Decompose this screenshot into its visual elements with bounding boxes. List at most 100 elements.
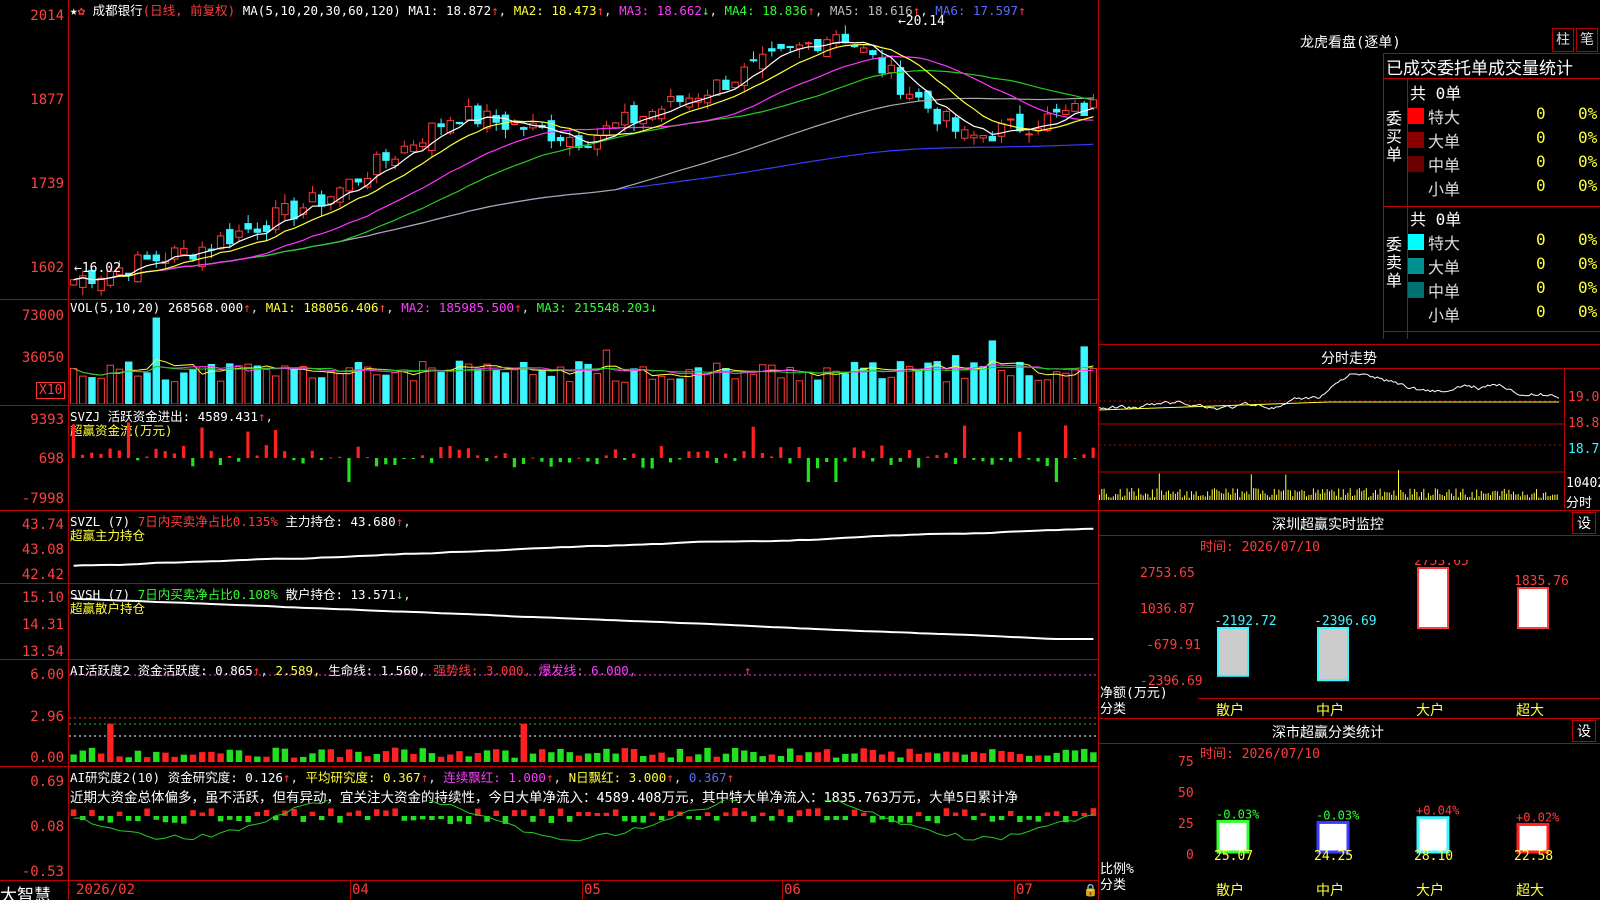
flow-bar <box>99 453 103 458</box>
sz-monitor-chart[interactable]: -2192.72 -2396.69 2753.65 1835.76 <box>1198 560 1600 684</box>
lh-tabs[interactable]: 已成交委托单成交量统计 <box>1386 54 1600 79</box>
volume-bar <box>391 372 399 404</box>
candle <box>409 144 418 153</box>
activity-bar <box>290 757 298 762</box>
flow-bar <box>154 448 158 458</box>
intraday-volume-bar <box>1115 494 1117 500</box>
research-bar <box>704 812 711 816</box>
flow-bar <box>71 424 75 458</box>
intraday-volume-bar <box>1105 493 1107 500</box>
flow-bar <box>972 458 976 460</box>
research-bar <box>732 808 738 816</box>
intraday-volume-bar <box>1188 497 1190 500</box>
dragon-tiger-title: 龙虎看盘(逐单) <box>1300 35 1401 51</box>
vol-axis-label: 36050 <box>21 350 64 366</box>
ai-activity-chart[interactable] <box>69 660 1098 766</box>
intraday-volume-bar <box>1289 490 1291 500</box>
activity-bar <box>309 753 316 762</box>
svzj-chart[interactable] <box>69 406 1098 510</box>
candle <box>281 203 289 216</box>
research-bar <box>741 811 748 816</box>
flow-bar <box>751 426 755 458</box>
flow-bar <box>200 427 204 458</box>
intraday-volume-bar <box>1211 489 1213 500</box>
flow-bar <box>237 458 241 462</box>
bar-mode-button[interactable]: 柱 <box>1552 28 1574 52</box>
sz-bar-label: 1835.76 <box>1514 574 1569 589</box>
activity-bar <box>768 754 776 762</box>
intraday-volume-bar <box>1246 491 1248 500</box>
volume-chart[interactable] <box>69 316 1098 404</box>
ai-research-chart[interactable] <box>69 800 1098 880</box>
intraday-volume-bar <box>1522 491 1524 500</box>
volume-bar <box>88 377 96 404</box>
intraday-volume-bar <box>1294 490 1296 500</box>
intraday-volume-bar <box>1430 495 1432 500</box>
intraday-chart[interactable] <box>1099 368 1564 508</box>
activity-bar <box>456 751 463 762</box>
sc-settings-button[interactable]: 设 <box>1572 720 1596 742</box>
intraday-volume-bar <box>1202 495 1204 500</box>
flow-bar <box>742 451 746 458</box>
activity-bar <box>88 747 96 762</box>
intraday-volume-bar <box>1414 488 1416 500</box>
tick-mode-button[interactable]: 笔 <box>1576 28 1598 52</box>
vol-unit-badge[interactable]: X10 <box>36 382 66 399</box>
intraday-volume-bar <box>1533 492 1535 500</box>
flow-bar <box>834 458 838 482</box>
sc-bar-change: -0.03% <box>1216 807 1260 821</box>
intraday-volume-bar <box>1517 494 1519 500</box>
flow-bar <box>962 425 967 458</box>
intraday-volume-bar <box>1381 496 1383 500</box>
candle <box>878 57 886 74</box>
activity-bar <box>180 754 188 762</box>
lock-icon[interactable]: 🔒 <box>1083 883 1098 897</box>
candle <box>602 125 611 136</box>
flow-bar <box>365 457 369 459</box>
intraday-volume-bar <box>1126 488 1128 500</box>
svzl-chart[interactable] <box>69 511 1098 583</box>
flow-bar <box>145 456 149 458</box>
color-swatch <box>1408 132 1424 148</box>
research-bar <box>190 810 196 816</box>
intraday-volume-bar <box>1375 490 1376 500</box>
research-bar <box>236 816 242 822</box>
intraday-volume-bar <box>1271 494 1273 500</box>
flow-bar <box>540 458 544 462</box>
intraday-volume-bar <box>1536 489 1537 500</box>
research-bar <box>530 816 536 822</box>
candlestick-chart[interactable] <box>69 16 1098 299</box>
sz-bar-label: 2753.65 <box>1414 560 1469 569</box>
candle <box>345 178 353 192</box>
flow-bar <box>935 455 939 458</box>
volume-bar <box>281 365 289 404</box>
candle <box>308 192 317 203</box>
sz-settings-button[interactable]: 设 <box>1572 512 1596 534</box>
volume-bar <box>1034 379 1042 404</box>
intraday-volume-bar <box>1471 491 1473 500</box>
activity-bar <box>318 749 325 762</box>
flow-bar <box>512 458 516 468</box>
candle <box>1080 102 1088 116</box>
research-bar <box>585 812 591 816</box>
flow-bar <box>430 458 434 463</box>
volume-bar <box>363 366 372 404</box>
activity-bar <box>787 748 794 762</box>
intraday-volume-bar <box>1317 489 1319 500</box>
intraday-volume-bar <box>1356 489 1358 500</box>
research-bar <box>263 809 270 816</box>
intraday-volume-bar <box>1306 496 1307 500</box>
svsh-chart[interactable] <box>69 584 1098 659</box>
intraday-volume-bar <box>1207 491 1209 500</box>
pane-divider <box>0 880 1098 881</box>
intraday-volume-bar <box>1503 488 1505 500</box>
sc-category-label: 超大 <box>1516 883 1544 899</box>
research-bar <box>1081 812 1087 816</box>
activity-bar <box>107 723 114 762</box>
activity-bar <box>722 753 730 762</box>
activity-bar <box>125 757 132 762</box>
volume-bar <box>501 372 510 404</box>
intraday-volume-bar <box>1103 488 1105 500</box>
sc-stats-chart[interactable]: -0.03% 25.07 -0.03% 24.25 +0.04% 28.10 +0.02% 2… <box>1198 760 1600 860</box>
activity-bar <box>1081 748 1088 762</box>
